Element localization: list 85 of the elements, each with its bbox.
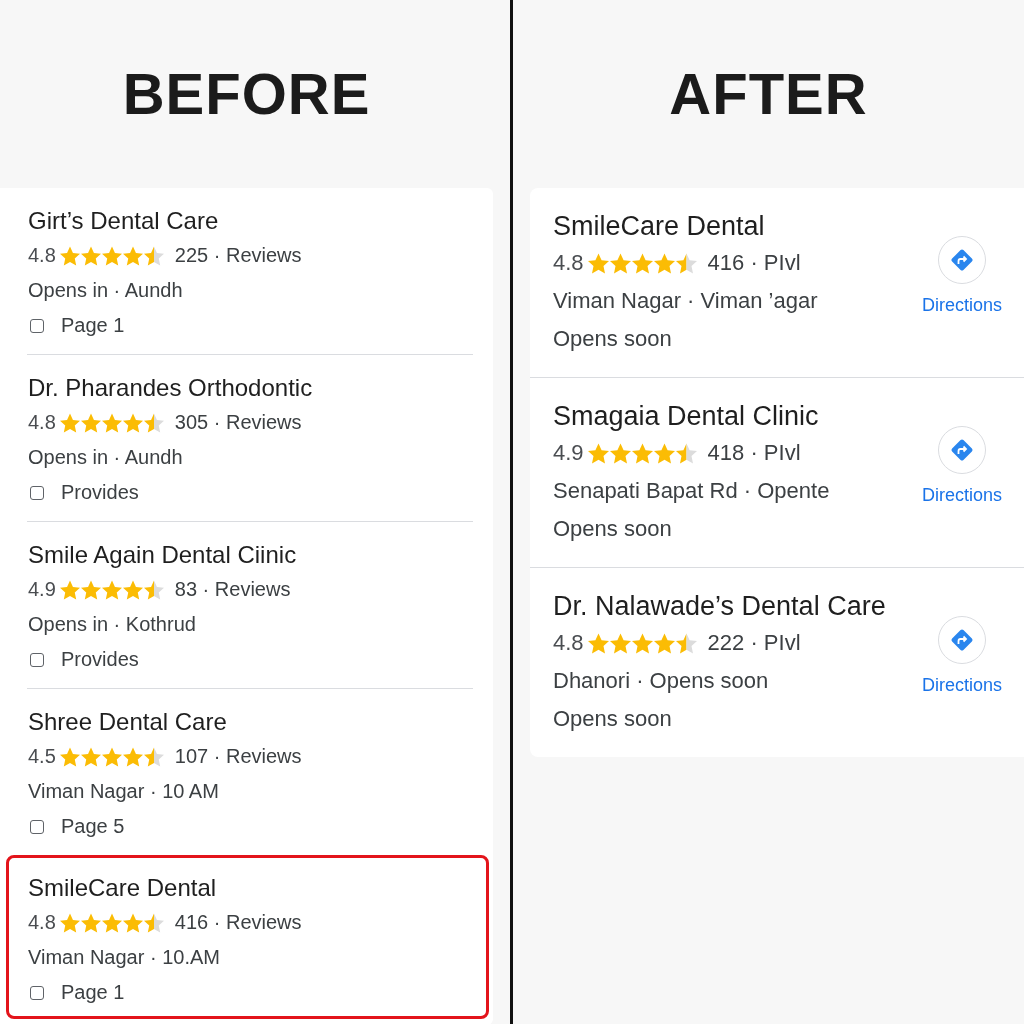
rating-value: 4.8 [553,250,584,276]
review-count: 83 · Reviews [174,578,291,601]
result-title: SmileCare Dental [553,211,765,241]
checkbox[interactable] [30,819,44,834]
star-icon [80,412,101,433]
result-title: Dr. Pharandes Orthodontic [28,374,313,401]
directions-button[interactable]: Directions [921,616,1002,696]
star-icon [631,442,653,464]
half-star-icon [675,252,697,274]
location-text: Opens in · Aundh [28,446,183,469]
result-title: Shree Dental Care [28,708,227,735]
rating-value: 4.9 [28,578,56,601]
review-count: 222 · PIvl [707,630,801,656]
directions-button[interactable]: Directions [921,236,1002,316]
half-star-icon [675,442,697,464]
result-title: SmileCare Dental [28,874,217,901]
star-icon [587,632,609,654]
review-count: 225 · Reviews [174,244,302,267]
rating-value: 4.8 [28,411,56,434]
star-icon [59,245,80,266]
half-star-icon [143,912,164,933]
directions-icon [938,616,986,664]
half-star-icon [143,746,164,767]
review-count: 107 · Reviews [174,745,302,768]
star-icon [80,245,101,266]
star-icon [59,746,80,767]
page-label: Page 1 [61,314,125,337]
location-text: Viman Nagar · Viman ’agar [553,288,818,314]
star-icon [59,579,80,600]
page-label: Page 1 [61,981,125,1004]
star-icon [631,252,653,274]
opening-status: Opens soon [553,706,672,732]
rating-value: 4.5 [28,745,56,768]
rating-value: 4.8 [28,911,56,934]
star-icon [587,252,609,274]
star-icon [80,579,101,600]
result-title: Smile Again Dental Ciinic [28,541,297,568]
directions-icon [938,236,986,284]
location-text: Viman Nagar · 10.AM [28,946,220,969]
checkbox[interactable] [30,318,44,333]
star-icon [59,412,80,433]
location-text: Opens in · Kothrud [28,613,196,636]
star-icon [587,442,609,464]
star-icon [101,245,122,266]
section-heading: AFTER [669,65,868,123]
location-text: Viman Nagar · 10 AM [28,780,219,803]
result-title: Smagaia Dental Clinic [553,401,819,431]
star-icon [101,579,122,600]
directions-button[interactable]: Directions [921,426,1002,506]
rating-value: 4.8 [553,630,584,656]
location-text: Dhanori · Opens soon [553,668,769,694]
page-label: Provides [61,481,139,504]
directions-icon [938,426,986,474]
review-count: 416 · PIvl [707,250,801,276]
star-icon [609,442,631,464]
review-count: 418 · PIvl [707,440,801,466]
result-title: Dr. Nalawade’s Dental Care [553,591,886,621]
star-icon [609,252,631,274]
star-icon [101,746,122,767]
star-icon [101,912,122,933]
star-icon [59,912,80,933]
rating-value: 4.8 [28,244,56,267]
page-label: Page 5 [61,815,125,838]
page-label: Provides [61,648,139,671]
half-star-icon [143,245,164,266]
checkbox[interactable] [30,652,44,667]
star-icon [80,746,101,767]
opening-status: Opens soon [553,516,672,542]
half-star-icon [143,412,164,433]
location-text: Senapati Bapat Rd · Opente [553,478,830,504]
half-star-icon [143,579,164,600]
review-count: 305 · Reviews [174,411,302,434]
star-icon [631,632,653,654]
review-count: 416 · Reviews [174,911,302,934]
result-title: Girt’s Dental Care [28,207,219,234]
checkbox[interactable] [30,985,44,1000]
star-icon [101,412,122,433]
half-star-icon [675,632,697,654]
checkbox[interactable] [30,485,44,500]
section-heading: BEFORE [122,65,371,123]
location-text: Opens in · Aundh [28,279,183,302]
star-icon [609,632,631,654]
opening-status: Opens soon [553,326,672,352]
star-icon [80,912,101,933]
rating-value: 4.9 [553,440,584,466]
